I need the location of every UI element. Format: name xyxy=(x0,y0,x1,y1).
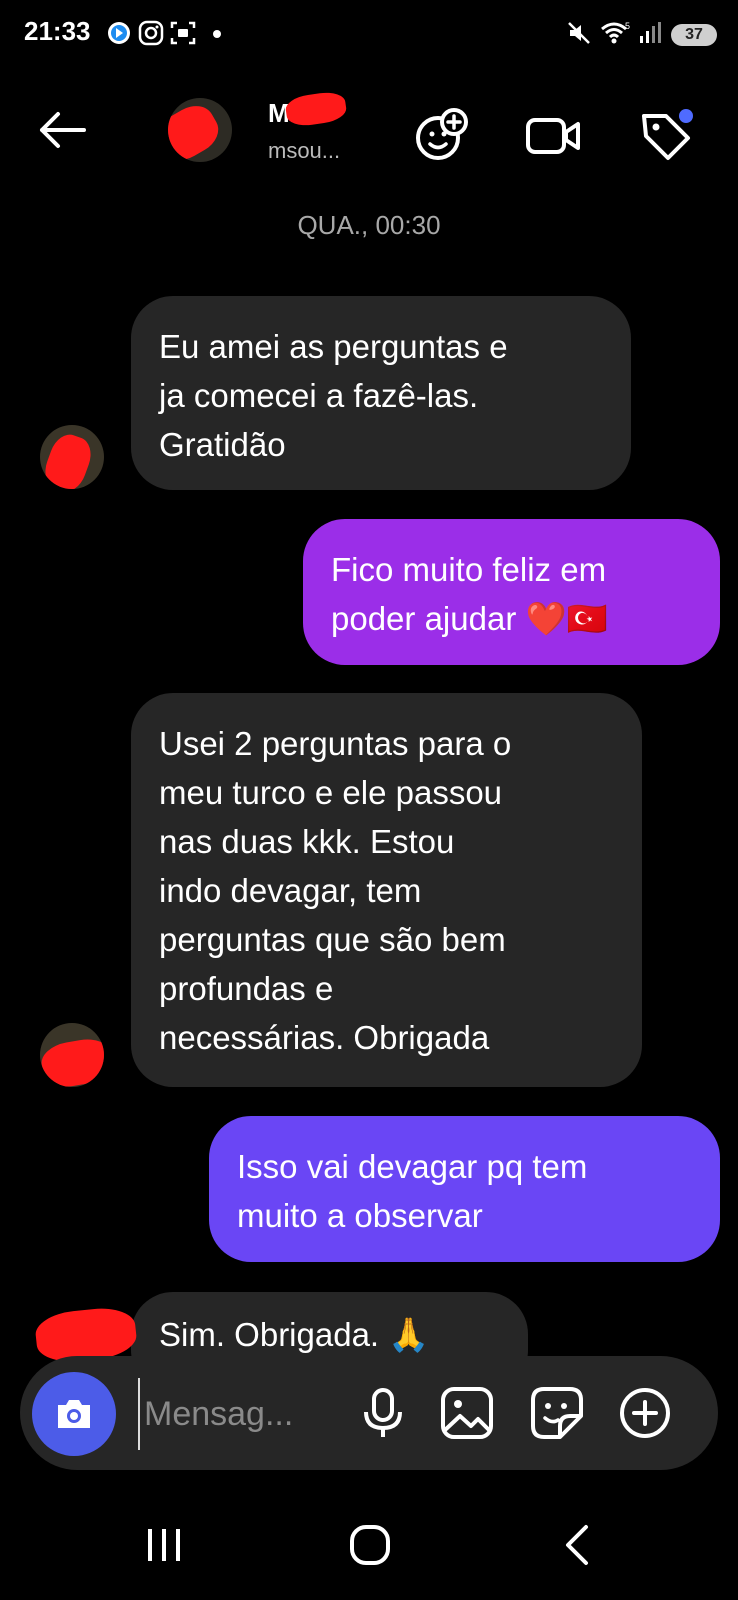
home-icon[interactable] xyxy=(340,1515,400,1575)
message-clip: Sim. Obrigada. 🙏 xyxy=(131,1292,528,1356)
avatar-redaction xyxy=(40,429,97,489)
mute-icon xyxy=(568,22,590,44)
battery-indicator: 37 xyxy=(671,24,717,46)
video-call-icon[interactable] xyxy=(524,106,584,166)
tag-icon[interactable] xyxy=(636,106,696,166)
wifi-icon: 5 xyxy=(601,21,630,44)
sender-avatar[interactable] xyxy=(40,425,104,489)
avatar-redaction xyxy=(40,1035,104,1087)
camera-button[interactable] xyxy=(32,1372,116,1456)
instagram-icon xyxy=(138,20,164,46)
date-divider: QUA., 00:30 xyxy=(297,210,441,240)
microphone-icon[interactable] xyxy=(356,1386,410,1440)
contact-handle[interactable]: msou... xyxy=(268,138,340,164)
plus-circle-icon[interactable] xyxy=(618,1386,672,1440)
chat-header: M... msou... xyxy=(0,80,738,190)
sticker-icon[interactable] xyxy=(530,1386,584,1440)
add-emoji-icon[interactable] xyxy=(412,106,472,166)
message-input[interactable] xyxy=(138,1378,346,1450)
status-bar: 21:33 5 37 xyxy=(0,0,738,70)
message-outgoing[interactable]: Isso vai devagar pq tem muito a observar xyxy=(209,1116,720,1262)
sender-avatar[interactable] xyxy=(40,1023,104,1087)
message-composer xyxy=(20,1356,718,1470)
system-nav-bar xyxy=(0,1495,738,1600)
contact-avatar[interactable] xyxy=(168,98,232,162)
avatar-redaction xyxy=(168,98,226,162)
back-icon[interactable] xyxy=(548,1515,608,1575)
message-incoming[interactable]: Usei 2 perguntas para o meu turco e ele … xyxy=(131,693,642,1087)
gallery-icon[interactable] xyxy=(440,1386,494,1440)
message-outgoing[interactable]: Fico muito feliz em poder ajudar ❤️🇹🇷 xyxy=(303,519,720,665)
screenshot-icon xyxy=(170,21,196,45)
dot-icon xyxy=(213,30,221,38)
signal-bars-icon xyxy=(640,22,661,43)
name-redaction xyxy=(284,89,348,129)
signal-app-icon xyxy=(108,22,130,44)
back-arrow-icon[interactable] xyxy=(34,110,94,150)
status-time: 21:33 xyxy=(24,16,91,46)
message-incoming[interactable]: Sim. Obrigada. 🙏 xyxy=(131,1292,528,1356)
message-incoming[interactable]: Eu amei as perguntas e ja comecei a fazê… xyxy=(131,296,631,490)
svg-text:5: 5 xyxy=(625,21,630,31)
recent-apps-icon[interactable] xyxy=(134,1515,194,1575)
camera-icon xyxy=(58,1400,90,1428)
